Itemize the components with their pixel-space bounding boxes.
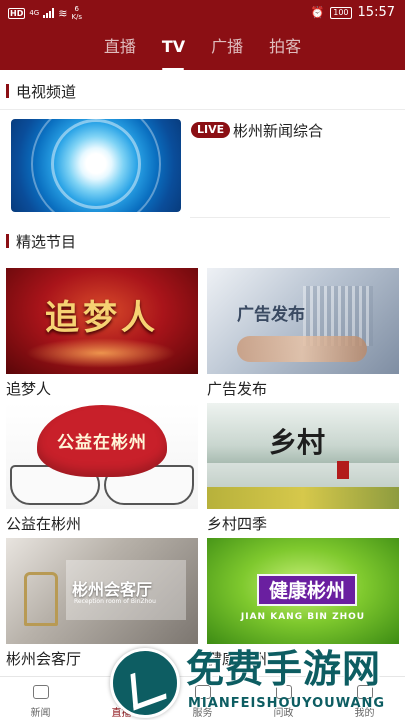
program-title[interactable]: 乡村四季 <box>207 513 267 534</box>
signal-icon <box>43 8 55 18</box>
field-graphic <box>207 487 399 509</box>
program-title[interactable]: 健康彬州 <box>207 648 267 669</box>
program-thumbnail[interactable]: 公益在彬州 <box>6 403 198 509</box>
program-thumbnail[interactable]: 彬州会客厅 Reception room of BinZhou <box>6 538 198 644</box>
program-thumbnail[interactable]: 健康彬州 JIAN KANG BIN ZHOU <box>207 538 399 644</box>
program-title[interactable]: 追梦人 <box>6 378 51 399</box>
section-title: 电视频道 <box>16 83 77 101</box>
section-marker <box>6 84 9 98</box>
glow-decoration <box>26 338 176 368</box>
thumbnail-title-art: 彬州会客厅 <box>72 580 153 599</box>
program-title[interactable]: 彬州会客厅 <box>6 648 81 669</box>
network-type: 4G <box>29 8 40 17</box>
network-speed: 6 K/s <box>71 5 82 21</box>
program-thumbnail[interactable]: 追梦人 <box>6 268 198 374</box>
news-icon <box>32 685 49 699</box>
nav-live[interactable]: 直播 <box>81 677 162 720</box>
channel-name[interactable]: 彬州新闻综合 <box>233 120 323 141</box>
top-tab-bar: 直播 TV 广播 拍客 <box>0 30 405 70</box>
battery-icon: 100 <box>330 6 352 19</box>
speed-unit: K/s <box>71 13 83 21</box>
featured-programs-header: 精选节目 <box>0 222 405 260</box>
section-title: 精选节目 <box>16 233 77 251</box>
channel-thumbnail[interactable] <box>11 119 181 212</box>
mist-graphic <box>207 463 399 487</box>
nav-label: 新闻 <box>30 708 51 719</box>
nav-service[interactable]: 服务 <box>162 677 243 720</box>
app-screen: HD 4G ≋ 6 K/s ⏰ 100 15:57 直播 TV 广播 拍客 电视… <box>0 0 405 720</box>
nav-label: 问政 <box>273 708 294 719</box>
chair-graphic <box>24 572 58 626</box>
wifi-icon: ≋ <box>58 6 68 20</box>
nav-label: 直播 <box>111 708 132 719</box>
status-bar: HD 4G ≋ 6 K/s ⏰ 100 15:57 <box>0 0 405 26</box>
program-thumbnail[interactable]: 乡村 <box>207 403 399 509</box>
alarm-icon: ⏰ <box>310 6 325 19</box>
tab-radio[interactable]: 广播 <box>211 30 243 70</box>
clock: 15:57 <box>357 5 395 20</box>
bottom-nav: 新闻 直播 服务 问政 我的 <box>0 676 405 720</box>
thumbnail-title-art: 追梦人 <box>45 298 159 338</box>
thumbnail-subtitle: JIAN KANG BIN ZHOU <box>240 612 366 622</box>
program-thumbnail[interactable]: 广告发布 <box>207 268 399 374</box>
hd-indicator: HD <box>8 7 26 19</box>
program-title[interactable]: 公益在彬州 <box>6 513 81 534</box>
thumbnail-title-art: 健康彬州 <box>268 580 345 602</box>
program-title[interactable]: 广告发布 <box>207 378 267 399</box>
nav-profile[interactable]: 我的 <box>324 677 405 720</box>
tv-channels-header: 电视频道 <box>0 72 405 110</box>
thumbnail-subtitle: Reception room of BinZhou <box>74 598 156 605</box>
divider <box>190 217 390 218</box>
speed-value: 6 <box>74 5 79 13</box>
live-badge: LIVE <box>191 122 231 138</box>
compass-icon <box>275 685 292 699</box>
seal-icon <box>337 461 349 479</box>
thumbnail-title-art: 广告发布 <box>237 305 305 325</box>
handshake-graphic <box>237 336 367 362</box>
channel-row[interactable]: LIVE 彬州新闻综合 <box>0 112 405 218</box>
nav-inquiry[interactable]: 问政 <box>243 677 324 720</box>
thumbnail-title-art: 公益在彬州 <box>57 433 147 453</box>
section-marker <box>6 234 9 248</box>
app-header: HD 4G ≋ 6 K/s ⏰ 100 15:57 直播 TV 广播 拍客 <box>0 0 405 70</box>
nav-news[interactable]: 新闻 <box>0 677 81 720</box>
thumbnail-title-art: 乡村 <box>269 426 326 459</box>
nav-label: 服务 <box>192 708 213 719</box>
thumbnail-ring-inner <box>51 119 141 209</box>
tab-reporter[interactable]: 拍客 <box>269 30 301 70</box>
service-icon <box>194 685 211 699</box>
nav-label: 我的 <box>354 708 375 719</box>
tab-tv[interactable]: TV <box>162 30 185 70</box>
user-icon <box>356 685 373 699</box>
live-tv-icon <box>113 685 130 699</box>
tab-live[interactable]: 直播 <box>104 30 136 70</box>
